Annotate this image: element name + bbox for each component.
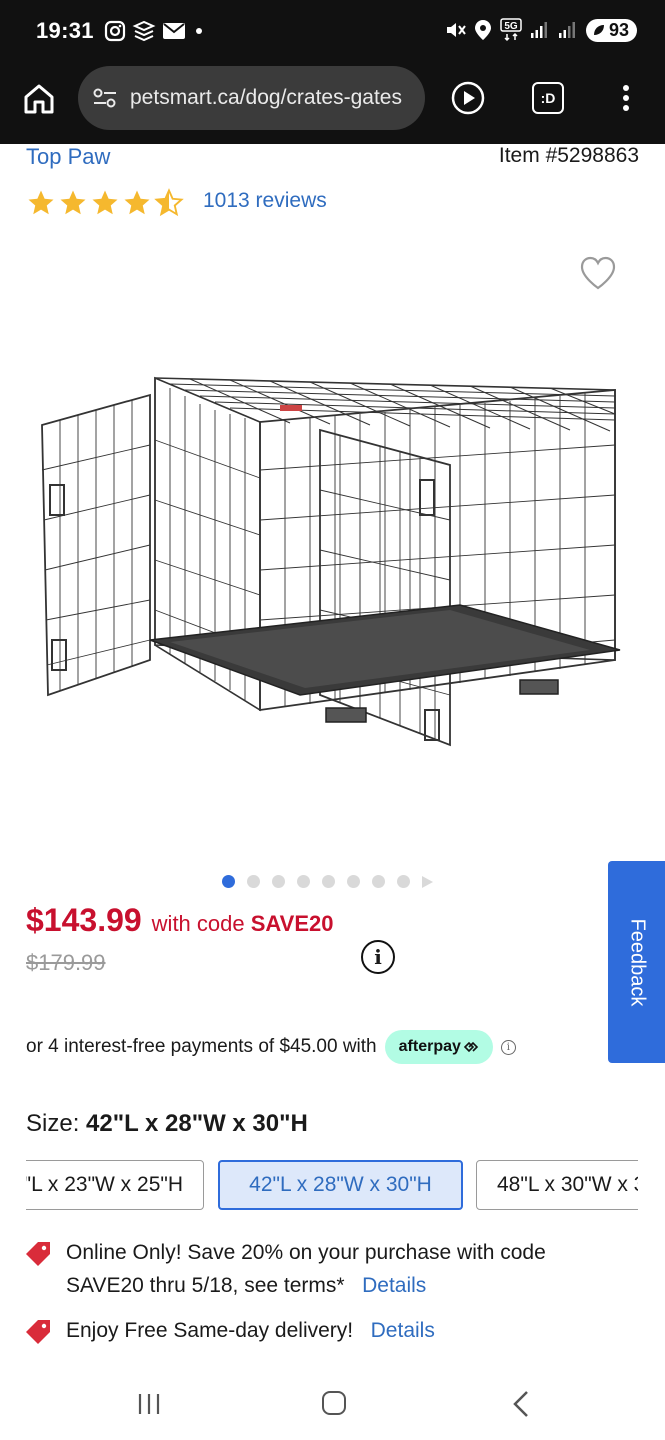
size-label: Size: 42"L x 28"W x 30"H (26, 1110, 308, 1138)
heart-icon[interactable] (579, 255, 617, 291)
feedback-tab[interactable]: Feedback (608, 861, 665, 1063)
carousel-dot[interactable] (297, 875, 310, 888)
more-menu-icon[interactable] (614, 80, 638, 116)
site-settings-icon[interactable] (92, 85, 118, 111)
status-bar: 19:31 5G 93 (0, 0, 665, 62)
system-nav-bar (0, 1370, 665, 1440)
tag-icon (26, 1242, 50, 1266)
price-info-icon[interactable]: i (361, 940, 395, 974)
tag-icon (26, 1320, 50, 1344)
back-icon[interactable] (511, 1390, 531, 1418)
size-option-selected[interactable]: 42"L x 28"W x 30"H (218, 1160, 463, 1210)
afterpay-text: or 4 interest-free payments of $45.00 wi… (26, 1036, 377, 1057)
5g-icon: 5G (500, 18, 522, 42)
url-text[interactable]: petsmart.ca/dog/crates-gates (130, 86, 402, 110)
size-option[interactable]: 36"L x 23"W x 25"H (26, 1160, 204, 1210)
star-icon (28, 190, 54, 215)
half-star-icon (154, 188, 184, 217)
item-number: Item #5298863 (498, 144, 639, 167)
afterpay-brand: afterpay (398, 1038, 461, 1055)
feedback-label: Feedback (626, 918, 648, 1006)
brand-link[interactable]: Top Paw (26, 144, 110, 170)
carousel-dot[interactable] (322, 875, 335, 888)
dog-crate-image[interactable] (30, 350, 630, 770)
notification-icons (104, 20, 206, 42)
promo-code: SAVE20 (250, 911, 334, 936)
battery-indicator: 93 (585, 18, 637, 42)
dot-icon (196, 28, 202, 34)
afterpay-loop-icon (463, 1041, 479, 1052)
promo-same-day: Enjoy Free Same-day delivery! Details (24, 1314, 624, 1347)
reviews-link[interactable]: 1013 reviews (203, 189, 327, 213)
svg-text:5G: 5G (504, 21, 518, 32)
promo-text: Enjoy Free Same-day delivery! Details (66, 1314, 435, 1347)
tab-switcher-button[interactable]: :D (532, 82, 564, 114)
carousel-indicator[interactable] (222, 875, 433, 888)
carousel-next-arrow-icon[interactable] (422, 875, 433, 888)
size-label-prefix: Size: (26, 1110, 80, 1137)
afterpay-row: or 4 interest-free payments of $45.00 wi… (26, 1030, 516, 1064)
promo-details-link[interactable]: Details (371, 1319, 435, 1342)
instagram-icon (104, 20, 126, 42)
promo-details-link[interactable]: Details (362, 1274, 426, 1297)
afterpay-badge[interactable]: afterpay (384, 1030, 493, 1064)
signal-icon (558, 22, 575, 38)
browser-toolbar: petsmart.ca/dog/crates-gates :D (0, 62, 665, 144)
mute-vibrate-icon (446, 23, 466, 37)
selected-size: 42"L x 28"W x 30"H (86, 1110, 308, 1137)
battery-leaf-icon (593, 25, 604, 35)
promo-text: Online Only! Save 20% on your purchase w… (66, 1236, 624, 1302)
url-bar[interactable]: petsmart.ca/dog/crates-gates (78, 66, 425, 130)
star-icon (92, 190, 118, 215)
battery-level: 93 (608, 19, 629, 40)
home-nav-icon[interactable] (322, 1391, 346, 1415)
promo-message: Online Only! Save 20% on your purchase w… (66, 1241, 546, 1297)
location-icon (474, 20, 491, 40)
mail-icon (163, 23, 185, 39)
play-icon[interactable] (450, 80, 486, 116)
status-time: 19:31 (36, 18, 94, 43)
star-icon (124, 190, 150, 215)
rating-stars[interactable] (26, 188, 184, 218)
size-options: 36"L x 23"W x 25"H 42"L x 28"W x 30"H 48… (26, 1160, 638, 1212)
carousel-dot[interactable] (247, 875, 260, 888)
carousel-dot[interactable] (222, 875, 235, 888)
carousel-dot[interactable] (372, 875, 385, 888)
sale-price: $143.99 (26, 902, 142, 938)
with-code-prefix: with code (151, 911, 245, 936)
price-row: $143.99 with code SAVE20 (26, 902, 334, 939)
promo-message: Enjoy Free Same-day delivery! (66, 1319, 354, 1342)
carousel-dot[interactable] (347, 875, 360, 888)
size-option[interactable]: 48"L x 30"W x 33"H (476, 1160, 638, 1210)
recents-icon[interactable] (137, 1392, 161, 1416)
original-price: $179.99 (26, 950, 106, 975)
promo-code-text: with code SAVE20 (152, 911, 334, 937)
status-right: 5G 93 (444, 18, 637, 42)
promo-online-only: Online Only! Save 20% on your purchase w… (24, 1236, 624, 1302)
carousel-dot[interactable] (397, 875, 410, 888)
home-icon[interactable] (22, 82, 56, 116)
carousel-dot[interactable] (272, 875, 285, 888)
afterpay-info-icon[interactable]: i (500, 1039, 516, 1055)
gallery-stack-icon (132, 20, 156, 42)
signal-icon (530, 22, 547, 38)
star-icon (60, 190, 86, 215)
